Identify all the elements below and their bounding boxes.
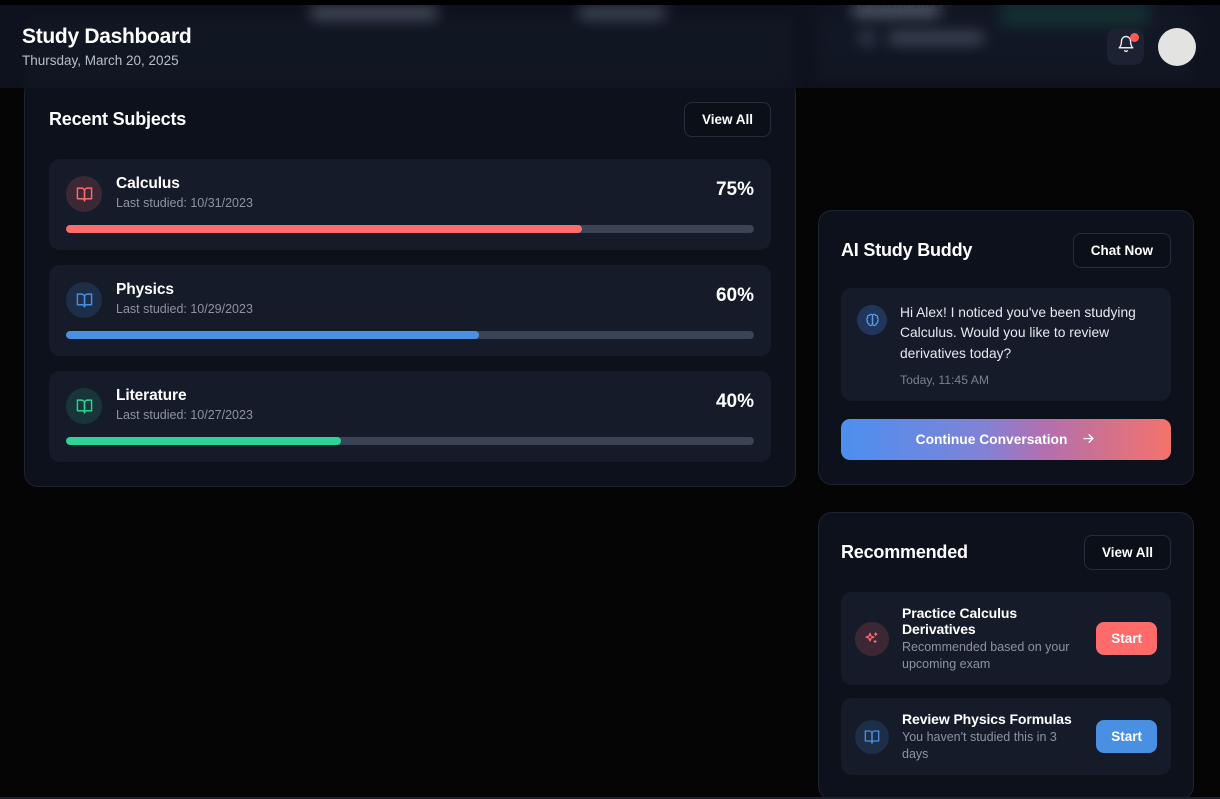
page-title: Study Dashboard <box>22 24 192 48</box>
left-column: Recent Subjects View All Calculus Last s… <box>24 79 796 487</box>
recommendation-description: You haven't studied this in 3 days <box>902 730 1057 761</box>
subject-progress-fill <box>66 437 342 445</box>
subject-name: Calculus <box>116 175 180 192</box>
book-open-icon <box>66 176 102 212</box>
subject-meta: Literature Last studied: 10/27/2023 <box>116 387 702 422</box>
subject-progress-fill <box>66 225 582 233</box>
subject-card-literature[interactable]: Literature Last studied: 10/27/2023 40% <box>49 371 771 462</box>
ai-message-body: Hi Alex! I noticed you've been studying … <box>900 303 1155 387</box>
recommendation-title: Practice Calculus Derivatives <box>902 605 1018 637</box>
subject-card-top: Calculus Last studied: 10/31/2023 75% <box>66 175 754 212</box>
ai-study-buddy-panel: AI Study Buddy Chat Now Hi Alex! I notic… <box>818 210 1194 486</box>
page-content: Recent Subjects View All Calculus Last s… <box>0 0 1220 799</box>
subject-progress-track <box>66 437 754 445</box>
subject-card-top: Literature Last studied: 10/27/2023 40% <box>66 387 754 424</box>
recommended-panel: Recommended View All Practice Calculus D… <box>818 512 1194 799</box>
subject-last-studied: Last studied: 10/27/2023 <box>116 408 253 422</box>
continue-conversation-label: Continue Conversation <box>915 432 1068 448</box>
header-right <box>1107 27 1196 66</box>
recent-subjects-view-all-button[interactable]: View All <box>683 102 771 137</box>
subject-progress-track <box>66 331 754 339</box>
continue-conversation-button[interactable]: Continue Conversation <box>841 419 1171 461</box>
recommendation-item-review-physics[interactable]: Review Physics Formulas You haven't stud… <box>841 698 1171 775</box>
subject-list: Calculus Last studied: 10/31/2023 75% Ph… <box>49 159 771 462</box>
book-open-icon <box>66 388 102 424</box>
recommended-title: Recommended <box>841 542 968 562</box>
recommendation-body: Review Physics Formulas You haven't stud… <box>902 711 1083 762</box>
ai-buddy-title: AI Study Buddy <box>841 240 973 260</box>
subject-progress-fill <box>66 331 479 339</box>
subject-name: Physics <box>116 281 174 298</box>
ai-message-timestamp: Today, 11:45 AM <box>900 373 989 388</box>
header-left: Study Dashboard Thursday, March 20, 2025 <box>22 24 192 69</box>
sparkles-icon <box>855 621 889 656</box>
subject-card-physics[interactable]: Physics Last studied: 10/29/2023 60% <box>49 265 771 356</box>
recommendation-item-practice-calculus[interactable]: Practice Calculus Derivatives Recommende… <box>841 592 1171 685</box>
brain-icon <box>857 305 887 335</box>
subject-last-studied: Last studied: 10/31/2023 <box>116 196 253 210</box>
ai-message-bubble: Hi Alex! I noticed you've been studying … <box>841 288 1171 402</box>
subject-card-top: Physics Last studied: 10/29/2023 60% <box>66 281 754 318</box>
recommended-view-all-button[interactable]: View All <box>1083 535 1171 570</box>
subject-progress-track <box>66 225 754 233</box>
subject-percent: 75% <box>715 179 754 200</box>
app-root: Recent Subjects View All Calculus Last s… <box>0 0 1220 799</box>
ai-message-text: Hi Alex! I noticed you've been studying … <box>900 305 1136 361</box>
chat-now-button[interactable]: Chat Now <box>1072 233 1171 268</box>
ai-buddy-header: AI Study Buddy Chat Now <box>841 233 1171 268</box>
subject-percent: 40% <box>715 391 754 412</box>
notification-badge-dot <box>1130 33 1139 42</box>
book-open-icon <box>855 719 889 754</box>
subject-percent: 60% <box>715 285 754 306</box>
recent-subjects-panel: Recent Subjects View All Calculus Last s… <box>24 79 796 487</box>
recommendation-description: Recommended based on your upcoming exam <box>902 640 1070 671</box>
subject-meta: Physics Last studied: 10/29/2023 <box>116 281 702 316</box>
arrow-right-icon <box>1081 431 1096 449</box>
subject-name: Literature <box>116 387 187 404</box>
window-top-strip <box>0 0 1220 5</box>
avatar[interactable] <box>1158 27 1196 66</box>
current-date: Thursday, March 20, 2025 <box>22 53 179 69</box>
recommended-header: Recommended View All <box>841 535 1171 570</box>
recommendation-start-button[interactable]: Start <box>1096 622 1157 655</box>
recommendation-start-button[interactable]: Start <box>1096 720 1157 753</box>
subject-last-studied: Last studied: 10/29/2023 <box>116 302 253 316</box>
subject-meta: Calculus Last studied: 10/31/2023 <box>116 175 702 210</box>
notifications-button[interactable] <box>1107 28 1144 65</box>
recent-subjects-title: Recent Subjects <box>49 109 187 129</box>
recommendation-title: Review Physics Formulas <box>902 711 1072 727</box>
recommendation-list: Practice Calculus Derivatives Recommende… <box>841 592 1171 775</box>
app-header: Study Dashboard Thursday, March 20, 2025 <box>0 5 1220 88</box>
recommendation-body: Practice Calculus Derivatives Recommende… <box>902 605 1083 672</box>
book-open-icon <box>66 282 102 318</box>
recent-subjects-header: Recent Subjects View All <box>49 102 771 137</box>
subject-card-calculus[interactable]: Calculus Last studied: 10/31/2023 75% <box>49 159 771 250</box>
